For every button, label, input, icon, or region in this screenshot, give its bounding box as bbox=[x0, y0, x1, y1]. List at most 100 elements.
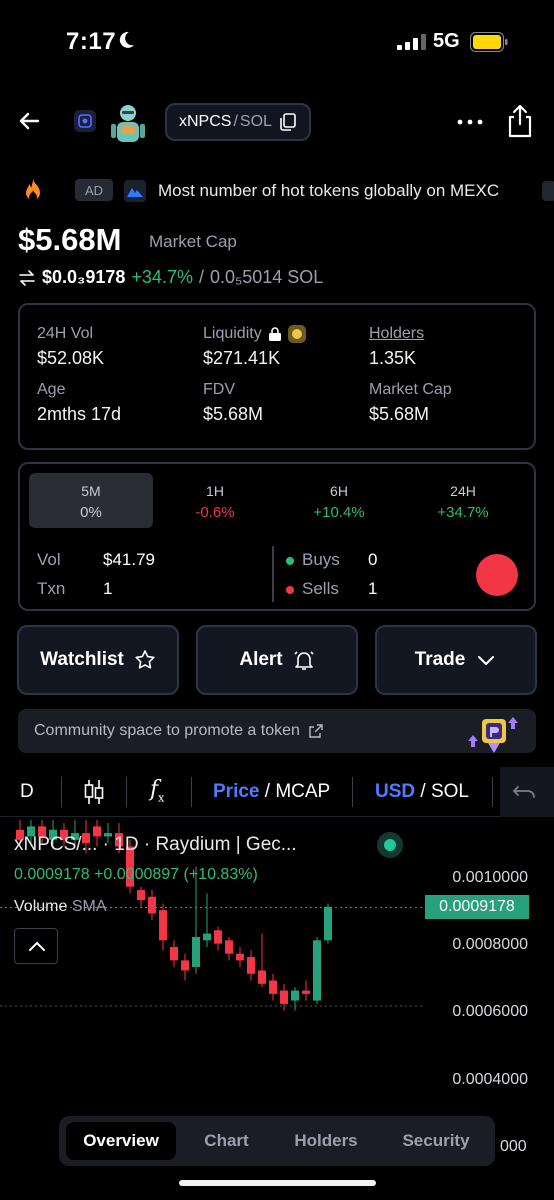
stat-value: 1.35K bbox=[369, 348, 417, 368]
tab-overview[interactable]: Overview bbox=[66, 1122, 176, 1160]
pair-separator: / bbox=[233, 113, 238, 130]
copy-icon[interactable] bbox=[280, 113, 296, 131]
top-bar: xNPCS / SOL bbox=[0, 100, 554, 146]
stat-label-row: Liquidity bbox=[203, 325, 306, 343]
candle-body bbox=[280, 990, 288, 1004]
tab-holders[interactable]: Holders bbox=[281, 1122, 371, 1160]
trade-button[interactable]: Trade bbox=[375, 625, 537, 695]
alert-label: Alert bbox=[239, 649, 283, 670]
stat-value: $5.68M bbox=[369, 404, 430, 424]
alert-button[interactable]: Alert bbox=[196, 625, 358, 695]
pair-selector[interactable]: xNPCS / SOL bbox=[165, 103, 311, 141]
status-time: 7:17 bbox=[66, 28, 117, 55]
market-cap-value: $5.68M bbox=[18, 222, 122, 257]
watchlist-label: Watchlist bbox=[40, 649, 124, 670]
watchlist-button[interactable]: Watchlist bbox=[17, 625, 179, 695]
live-indicator-icon bbox=[377, 832, 403, 858]
collapse-legend-button[interactable] bbox=[14, 928, 58, 964]
swap-icon[interactable] bbox=[18, 269, 36, 287]
candle-body bbox=[302, 990, 310, 994]
tab-6h[interactable]: 6H +10.4% bbox=[277, 473, 401, 528]
stat-label[interactable]: Holders bbox=[369, 325, 424, 343]
tab-1h[interactable]: 1H -0.6% bbox=[153, 473, 277, 528]
stat-fdv: FDV $5.68M bbox=[203, 381, 263, 425]
tf-buys-value: 0 bbox=[368, 550, 378, 569]
interval-selector[interactable]: D bbox=[20, 781, 34, 803]
candle bbox=[159, 903, 167, 951]
candle bbox=[269, 973, 277, 1001]
tf-label: 6H bbox=[330, 483, 348, 499]
candle bbox=[181, 953, 189, 981]
price-usd: $0.0₃9178 bbox=[42, 267, 126, 287]
bell-icon bbox=[294, 651, 314, 670]
external-link-icon bbox=[309, 724, 323, 738]
lock-icon bbox=[268, 327, 281, 341]
candle bbox=[137, 886, 145, 907]
candle bbox=[170, 940, 178, 968]
back-arrow-icon[interactable] bbox=[14, 106, 44, 136]
tab-24h[interactable]: 24H +34.7% bbox=[401, 473, 525, 528]
usd-option[interactable]: USD bbox=[375, 781, 415, 802]
share-icon[interactable] bbox=[506, 104, 534, 138]
signal-icon bbox=[397, 34, 426, 50]
candle bbox=[148, 890, 156, 921]
indicators-fx-icon[interactable]: fx bbox=[150, 777, 164, 804]
candle-body bbox=[181, 960, 189, 971]
stat-label: Age bbox=[37, 381, 66, 398]
candle bbox=[280, 983, 288, 1011]
sol-option[interactable]: SOL bbox=[431, 781, 469, 802]
current-price-tag: 0.0009178 bbox=[425, 895, 529, 919]
tf-vol-value: $41.79 bbox=[103, 550, 155, 569]
fire-icon bbox=[26, 179, 40, 201]
community-banner[interactable]: Community space to promote a token bbox=[18, 709, 536, 753]
network-label: 5G bbox=[433, 30, 460, 52]
tf-label: 5M bbox=[81, 483, 101, 499]
token-avatar[interactable] bbox=[108, 102, 148, 146]
chart-toolbar: D fx Price / MCAP USD / SOL bbox=[0, 767, 554, 817]
tf-buys-label: Buys bbox=[286, 550, 340, 570]
battery-icon bbox=[470, 32, 508, 52]
candle-body bbox=[247, 957, 255, 974]
candle bbox=[302, 980, 310, 1001]
tab-5m[interactable]: 5M 0% bbox=[29, 473, 153, 528]
toolbar-divider bbox=[352, 777, 353, 807]
tab-chart[interactable]: Chart bbox=[184, 1122, 269, 1160]
stat-liquidity: Liquidity $271.41K bbox=[203, 325, 306, 369]
price-sol: 0.0₅5014 SOL bbox=[209, 267, 324, 287]
promote-illustration-icon bbox=[468, 717, 518, 753]
toolbar-divider bbox=[191, 777, 192, 807]
mcap-option[interactable]: MCAP bbox=[275, 781, 330, 802]
price-chart[interactable]: xNPCS/... · 1D · Raydium | Gec... 0.0009… bbox=[0, 818, 554, 1118]
candle bbox=[225, 936, 233, 961]
community-text: Community space to promote a token bbox=[34, 722, 300, 739]
ad-banner[interactable]: AD Most number of hot tokens globally on… bbox=[0, 176, 554, 206]
tf-value: -0.6% bbox=[195, 504, 235, 521]
candle bbox=[247, 950, 255, 981]
currency-toggle[interactable]: USD / SOL bbox=[375, 781, 469, 803]
candles-icon[interactable] bbox=[83, 778, 105, 806]
price-change: +34.7% bbox=[131, 267, 193, 287]
ohlc-readout: 0.0009178 +0.0000897 (+10.83%) bbox=[14, 866, 258, 883]
home-indicator bbox=[179, 1180, 376, 1186]
stat-holders[interactable]: Holders 1.35K bbox=[369, 325, 424, 369]
chevron-down-icon bbox=[478, 656, 495, 665]
undo-button[interactable] bbox=[500, 767, 554, 817]
stat-label: Liquidity bbox=[203, 325, 262, 342]
stat-age: Age 2mths 17d bbox=[37, 381, 121, 425]
chevron-up-icon bbox=[29, 941, 45, 951]
stat-value: $5.68M bbox=[203, 404, 264, 424]
more-icon[interactable] bbox=[456, 112, 484, 132]
candle-body bbox=[214, 930, 222, 944]
price-mcap-toggle[interactable]: Price / MCAP bbox=[213, 781, 330, 803]
stat-label: FDV bbox=[203, 381, 235, 398]
mexc-logo-icon bbox=[124, 180, 146, 202]
price-slash: / bbox=[198, 267, 204, 287]
price-option[interactable]: Price bbox=[213, 781, 259, 802]
tab-security[interactable]: Security bbox=[391, 1122, 481, 1160]
candle-body bbox=[269, 980, 277, 994]
tf-txn-label: Txn bbox=[37, 579, 66, 598]
y-axis-tick: 0.0004000 bbox=[452, 1071, 528, 1088]
candle-body bbox=[148, 896, 156, 914]
candle bbox=[203, 893, 211, 947]
y-axis-tick: 0.0006000 bbox=[452, 1003, 528, 1020]
